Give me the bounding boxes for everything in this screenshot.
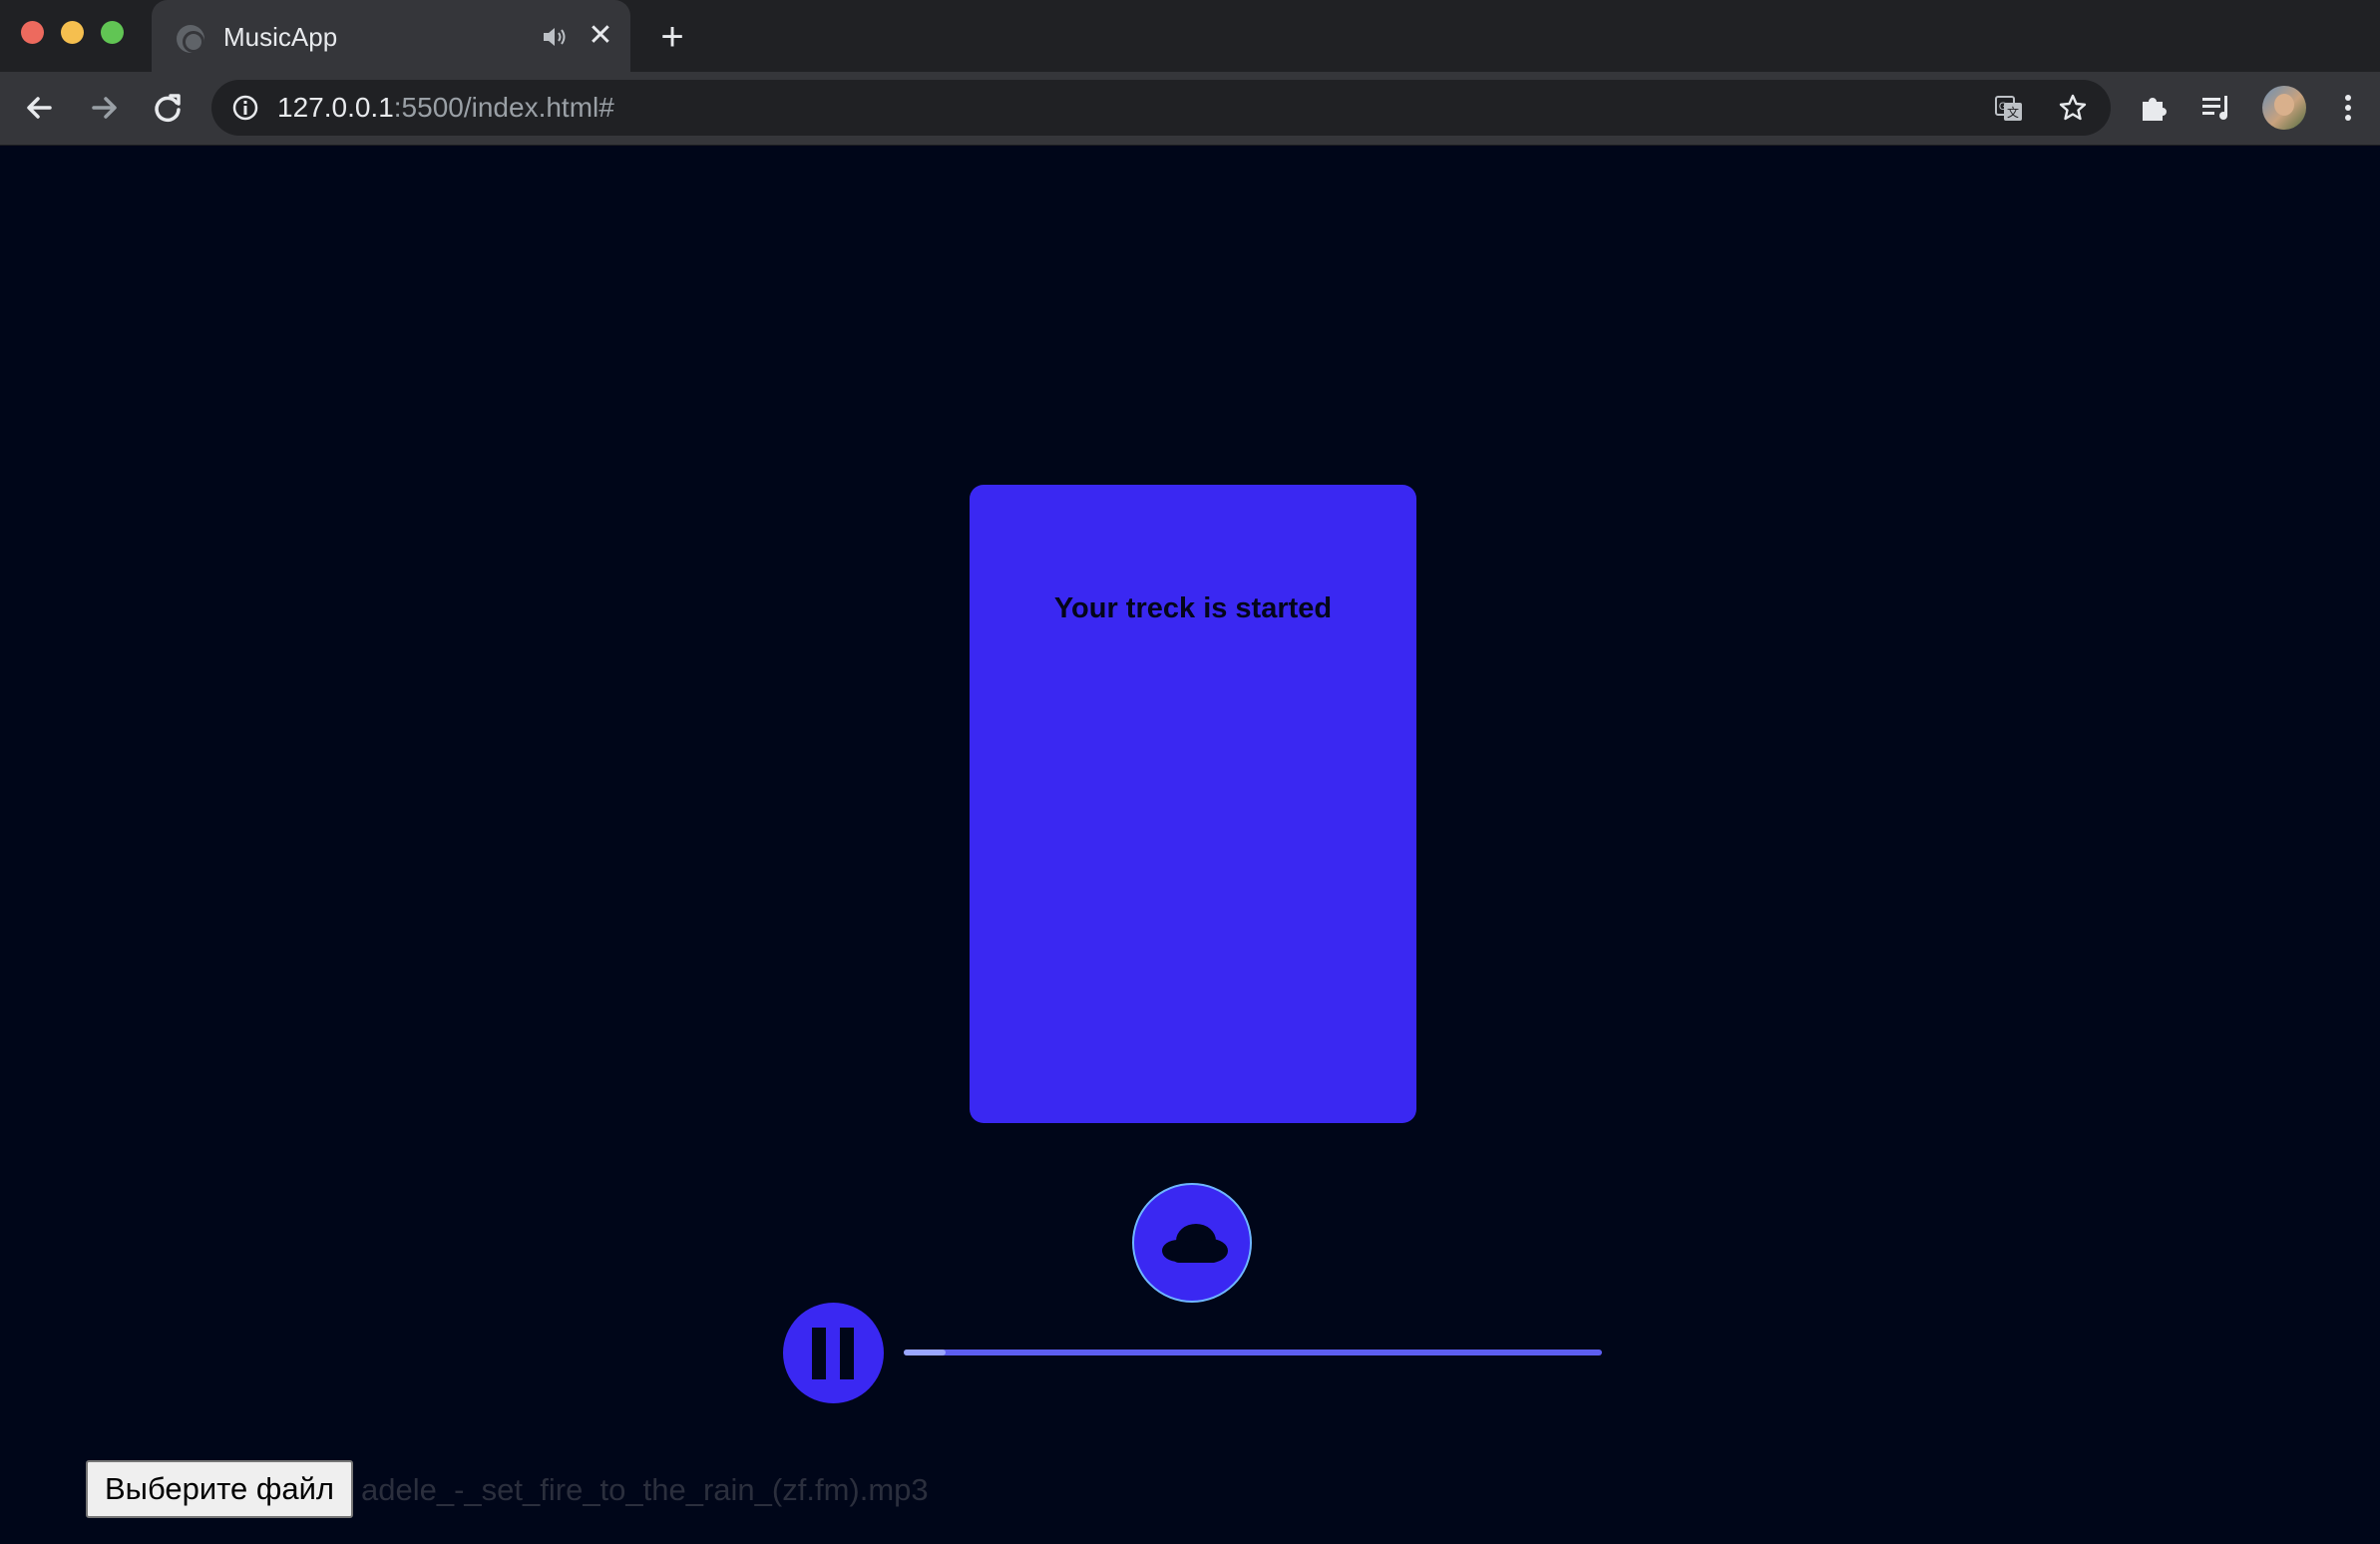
close-window-button[interactable] xyxy=(21,21,44,44)
forward-icon[interactable] xyxy=(82,86,126,130)
translate-icon[interactable]: 文 G xyxy=(1993,92,2025,124)
minimize-window-button[interactable] xyxy=(61,21,84,44)
url-text[interactable]: 127.0.0.1:5500/index.html# xyxy=(277,93,614,123)
browser-tab-strip: MusicApp ✕ + xyxy=(0,0,2380,72)
browser-tab[interactable]: MusicApp ✕ xyxy=(152,0,630,72)
browser-toolbar: 127.0.0.1:5500/index.html# 文 G xyxy=(0,72,2380,146)
track-card: Your treck is started xyxy=(970,485,1416,1123)
site-info-icon[interactable] xyxy=(231,94,259,122)
pause-icon-bar-left xyxy=(812,1328,826,1379)
pause-icon-bar-right xyxy=(840,1328,854,1379)
maximize-window-button[interactable] xyxy=(101,21,124,44)
progress-fill xyxy=(904,1350,946,1355)
globe-icon xyxy=(177,25,204,53)
more-menu-icon[interactable] xyxy=(2330,90,2366,126)
address-bar[interactable]: 127.0.0.1:5500/index.html# 文 G xyxy=(211,80,2111,136)
svg-text:文: 文 xyxy=(2007,105,2019,120)
reload-icon[interactable] xyxy=(146,86,190,130)
back-icon[interactable] xyxy=(18,86,62,130)
url-host: 127.0.0.1 xyxy=(277,92,394,123)
choose-file-button[interactable]: Выберите файл xyxy=(86,1460,353,1518)
svg-text:G: G xyxy=(1999,101,2008,113)
page-content: Your treck is started Выберите файл adel… xyxy=(0,146,2380,1544)
track-status-text: Your treck is started xyxy=(1053,592,1333,624)
selected-file-name: adele_-_set_fire_to_the_rain_(zf.fm).mp3 xyxy=(361,1472,929,1507)
new-tab-button[interactable]: + xyxy=(652,17,692,58)
bookmark-star-icon[interactable] xyxy=(2057,92,2089,124)
pause-button[interactable] xyxy=(783,1303,884,1403)
progress-bar[interactable] xyxy=(904,1350,1602,1355)
speaker-icon[interactable] xyxy=(541,24,569,50)
close-tab-icon[interactable]: ✕ xyxy=(583,18,618,54)
tab-title: MusicApp xyxy=(223,22,338,52)
cloud-button[interactable] xyxy=(1132,1183,1252,1303)
media-control-icon[interactable] xyxy=(2198,90,2234,126)
cloud-icon xyxy=(1162,1224,1228,1263)
url-path: :5500/index.html# xyxy=(393,92,614,123)
profile-avatar[interactable] xyxy=(2262,86,2306,130)
extensions-icon[interactable] xyxy=(2137,90,2173,126)
